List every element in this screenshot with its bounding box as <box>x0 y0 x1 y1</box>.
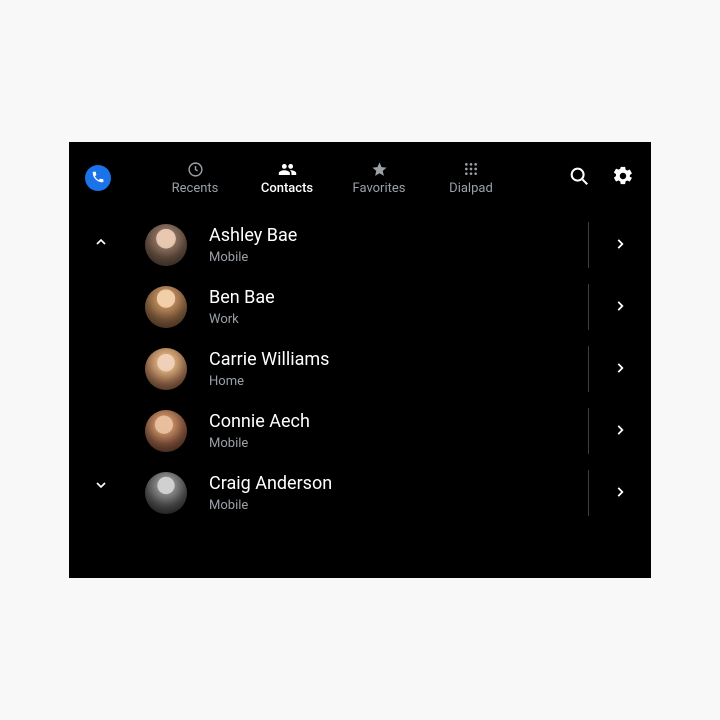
app-logo <box>85 165 111 191</box>
contact-details-button[interactable] <box>589 484 651 503</box>
settings-button[interactable] <box>611 166 635 190</box>
avatar <box>145 286 187 328</box>
contact-info: Ashley Bae Mobile <box>209 225 589 265</box>
scroll-up-button[interactable] <box>91 234 111 254</box>
divider <box>588 408 589 454</box>
contact-phone-type: Home <box>209 374 589 389</box>
chevron-down-icon <box>93 477 109 497</box>
clock-icon <box>187 160 204 178</box>
contact-list: Ashley Bae Mobile Ben Bae Work <box>129 214 651 524</box>
contact-phone-type: Work <box>209 312 589 327</box>
tab-dialpad[interactable]: Dialpad <box>425 160 517 196</box>
tab-label: Contacts <box>261 181 313 196</box>
tab-label: Dialpad <box>449 181 493 196</box>
contact-name: Connie Aech <box>209 411 589 434</box>
tab-label: Recents <box>172 181 219 196</box>
contact-details-button[interactable] <box>589 360 651 379</box>
divider <box>588 470 589 516</box>
contact-details-button[interactable] <box>589 298 651 317</box>
avatar <box>145 472 187 514</box>
contact-details-button[interactable] <box>589 422 651 441</box>
contact-name: Carrie Williams <box>209 349 589 372</box>
contact-row[interactable]: Ben Bae Work <box>129 276 651 338</box>
divider <box>588 284 589 330</box>
phone-app-screen: Recents Contacts Favorites Dialpad <box>69 142 651 578</box>
contact-phone-type: Mobile <box>209 436 589 451</box>
contact-name: Ben Bae <box>209 287 589 310</box>
contact-info: Ben Bae Work <box>209 287 589 327</box>
people-icon <box>278 160 297 178</box>
divider <box>588 346 589 392</box>
tab-recents[interactable]: Recents <box>149 160 241 196</box>
avatar <box>145 224 187 266</box>
chevron-right-icon <box>613 484 627 503</box>
avatar <box>145 410 187 452</box>
chevron-up-icon <box>93 234 109 254</box>
dialpad-icon <box>463 160 479 178</box>
contact-info: Carrie Williams Home <box>209 349 589 389</box>
content-area: Ashley Bae Mobile Ben Bae Work <box>69 214 651 578</box>
contact-name: Ashley Bae <box>209 225 589 248</box>
header-actions <box>567 166 635 190</box>
tab-label: Favorites <box>353 181 406 196</box>
contact-row[interactable]: Carrie Williams Home <box>129 338 651 400</box>
scroll-down-button[interactable] <box>91 477 111 497</box>
app-header: Recents Contacts Favorites Dialpad <box>69 142 651 214</box>
contact-details-button[interactable] <box>589 236 651 255</box>
contact-phone-type: Mobile <box>209 250 589 265</box>
chevron-right-icon <box>613 422 627 441</box>
contact-name: Craig Anderson <box>209 473 589 496</box>
chevron-right-icon <box>613 298 627 317</box>
contact-row[interactable]: Ashley Bae Mobile <box>129 214 651 276</box>
avatar <box>145 348 187 390</box>
search-button[interactable] <box>567 166 591 190</box>
contact-info: Connie Aech Mobile <box>209 411 589 451</box>
tab-contacts[interactable]: Contacts <box>241 160 333 196</box>
divider <box>588 222 589 268</box>
contact-row[interactable]: Craig Anderson Mobile <box>129 462 651 524</box>
chevron-right-icon <box>613 236 627 255</box>
chevron-right-icon <box>613 360 627 379</box>
tab-bar: Recents Contacts Favorites Dialpad <box>149 160 517 196</box>
star-icon <box>371 160 388 178</box>
phone-icon <box>91 169 105 188</box>
search-icon <box>568 165 590 191</box>
gear-icon <box>612 165 634 191</box>
contact-row[interactable]: Connie Aech Mobile <box>129 400 651 462</box>
contact-info: Craig Anderson Mobile <box>209 473 589 513</box>
tab-favorites[interactable]: Favorites <box>333 160 425 196</box>
contact-phone-type: Mobile <box>209 498 589 513</box>
